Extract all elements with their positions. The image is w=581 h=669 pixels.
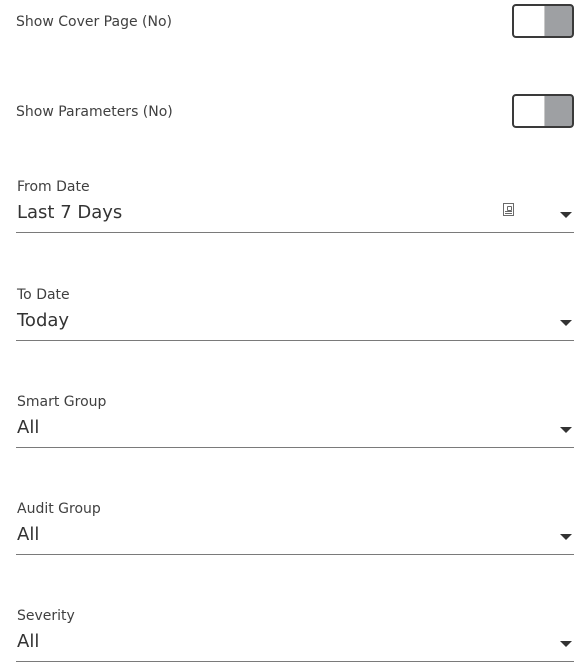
severity-select[interactable]: All [16, 628, 574, 662]
toggle-knob [514, 6, 545, 36]
severity-label: Severity [17, 608, 75, 624]
show-parameters-row: Show Parameters (No) [16, 92, 574, 132]
audit-group-value: All [17, 524, 40, 545]
smart-group-label: Smart Group [17, 394, 107, 410]
audit-group-label: Audit Group [17, 501, 101, 517]
report-parameters-panel: Show Cover Page (No) Show Parameters (No… [0, 0, 581, 664]
chevron-down-icon[interactable] [560, 534, 572, 540]
smart-group-value: All [17, 417, 40, 438]
to-date-field: To Date Today [16, 286, 574, 348]
from-date-label: From Date [17, 179, 90, 195]
show-parameters-label: Show Parameters (No) [16, 104, 173, 120]
smart-group-field: Smart Group All [16, 393, 574, 455]
to-date-select[interactable]: Today [16, 307, 574, 341]
from-date-value: Last 7 Days [17, 202, 123, 223]
from-date-select[interactable]: Last 7 Days [16, 199, 574, 233]
to-date-value: Today [17, 310, 70, 331]
chevron-down-icon[interactable] [560, 427, 572, 433]
calendar-icon[interactable] [503, 203, 514, 216]
audit-group-field: Audit Group All [16, 500, 574, 562]
chevron-down-icon[interactable] [560, 212, 572, 218]
show-cover-page-toggle[interactable] [512, 4, 574, 38]
show-cover-page-label: Show Cover Page (No) [16, 14, 172, 30]
smart-group-select[interactable]: All [16, 414, 574, 448]
chevron-down-icon[interactable] [560, 641, 572, 647]
chevron-down-icon[interactable] [560, 320, 572, 326]
audit-group-select[interactable]: All [16, 521, 574, 555]
to-date-label: To Date [17, 287, 70, 303]
from-date-field: From Date Last 7 Days [16, 178, 574, 240]
severity-value: All [17, 631, 40, 652]
show-cover-page-row: Show Cover Page (No) [16, 2, 574, 42]
toggle-knob [514, 96, 545, 126]
severity-field: Severity All [16, 607, 574, 669]
show-parameters-toggle[interactable] [512, 94, 574, 128]
